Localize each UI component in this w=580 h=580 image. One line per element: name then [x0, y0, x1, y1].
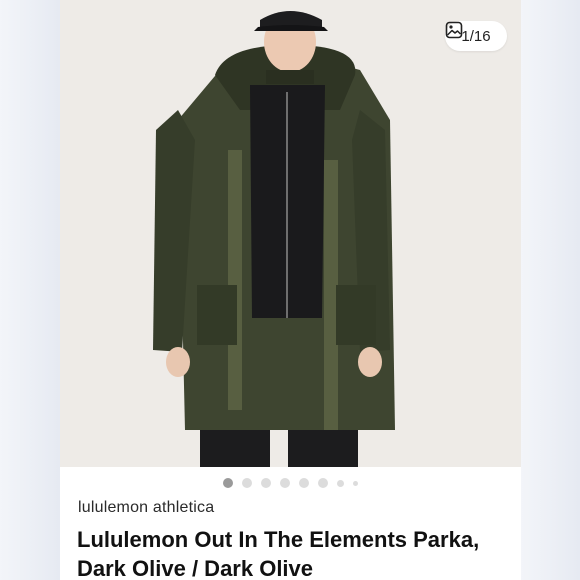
carousel-dot[interactable] — [280, 478, 290, 488]
product-photo[interactable]: 1/16 — [60, 0, 521, 467]
brand-name[interactable]: lululemon athletica — [78, 499, 214, 517]
carousel-dot[interactable] — [261, 478, 271, 488]
carousel-dot[interactable] — [318, 478, 328, 488]
carousel-dot[interactable] — [242, 478, 252, 488]
photo-counter-text: 1/16 — [461, 27, 491, 45]
left-background — [0, 0, 60, 580]
photo-counter-badge[interactable]: 1/16 — [445, 21, 507, 51]
listing-card: 1/16 lululemon athletica Lululemon Out I… — [60, 0, 521, 580]
carousel-dot[interactable] — [299, 478, 309, 488]
parka-illustration — [153, 11, 395, 467]
carousel-dot[interactable] — [353, 480, 358, 486]
carousel-dot[interactable] — [223, 478, 233, 488]
image-icon — [445, 21, 463, 39]
carousel-dots — [60, 476, 521, 490]
carousel-dot[interactable] — [337, 479, 344, 487]
right-background — [521, 0, 580, 580]
listing-title: Lululemon Out In The Elements Parka, Dar… — [77, 527, 480, 580]
